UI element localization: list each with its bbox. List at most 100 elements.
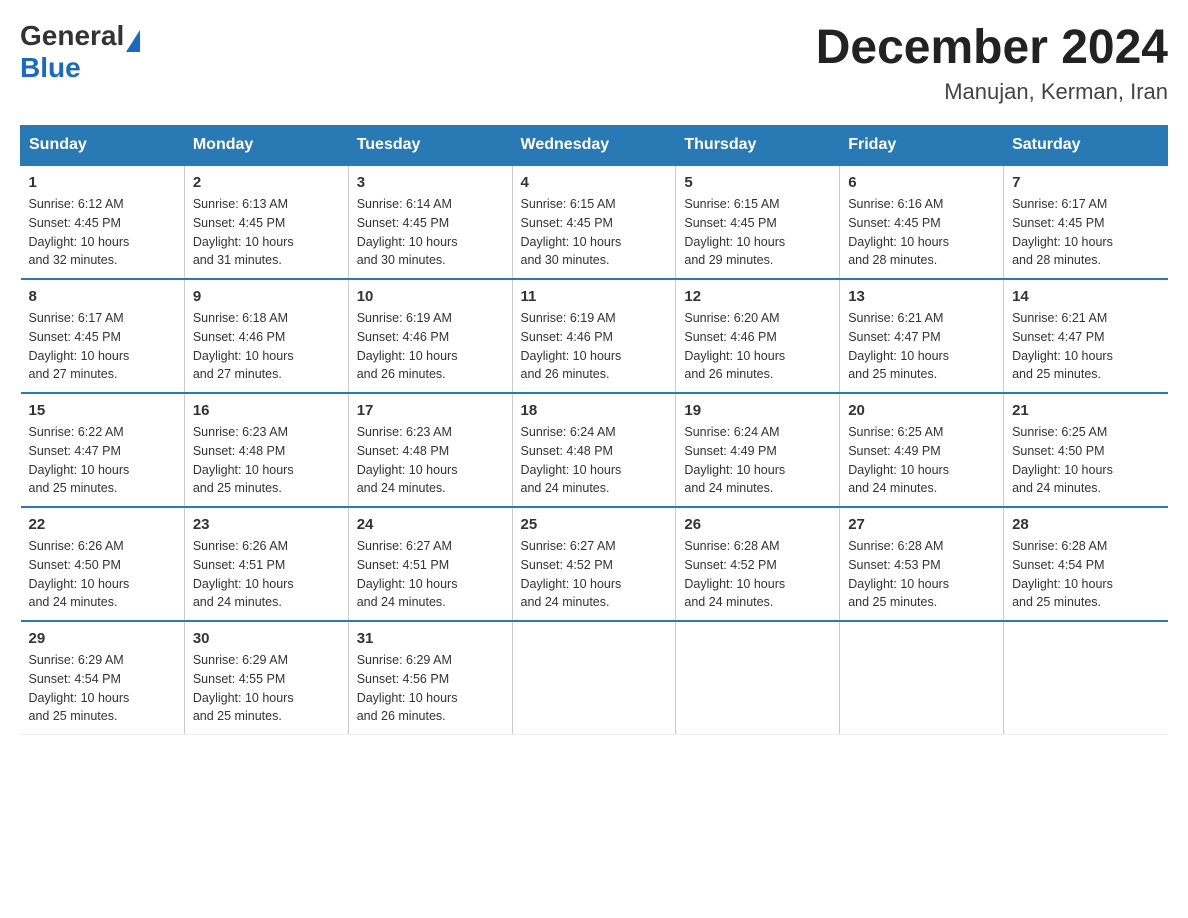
header-friday: Friday: [840, 126, 1004, 166]
calendar-day-cell: 23 Sunrise: 6:26 AMSunset: 4:51 PMDaylig…: [184, 507, 348, 621]
day-number: 12: [684, 288, 831, 305]
title-block: December 2024 Manujan, Kerman, Iran: [816, 20, 1168, 105]
day-info: Sunrise: 6:28 AMSunset: 4:52 PMDaylight:…: [684, 539, 785, 609]
header-monday: Monday: [184, 126, 348, 166]
day-info: Sunrise: 6:25 AMSunset: 4:50 PMDaylight:…: [1012, 425, 1113, 495]
day-info: Sunrise: 6:17 AMSunset: 4:45 PMDaylight:…: [29, 311, 130, 381]
calendar-day-cell: 10 Sunrise: 6:19 AMSunset: 4:46 PMDaylig…: [348, 279, 512, 393]
calendar-day-cell: 5 Sunrise: 6:15 AMSunset: 4:45 PMDayligh…: [676, 165, 840, 279]
day-number: 8: [29, 288, 176, 305]
day-info: Sunrise: 6:20 AMSunset: 4:46 PMDaylight:…: [684, 311, 785, 381]
day-number: 4: [521, 174, 668, 191]
day-number: 23: [193, 516, 340, 533]
day-info: Sunrise: 6:28 AMSunset: 4:53 PMDaylight:…: [848, 539, 949, 609]
calendar-day-cell: 29 Sunrise: 6:29 AMSunset: 4:54 PMDaylig…: [21, 621, 185, 735]
calendar-week-row: 15 Sunrise: 6:22 AMSunset: 4:47 PMDaylig…: [21, 393, 1168, 507]
calendar-day-cell: [1004, 621, 1168, 735]
day-number: 7: [1012, 174, 1159, 191]
calendar-day-cell: 8 Sunrise: 6:17 AMSunset: 4:45 PMDayligh…: [21, 279, 185, 393]
day-info: Sunrise: 6:27 AMSunset: 4:51 PMDaylight:…: [357, 539, 458, 609]
day-number: 29: [29, 630, 176, 647]
header-sunday: Sunday: [21, 126, 185, 166]
day-number: 21: [1012, 402, 1159, 419]
day-info: Sunrise: 6:28 AMSunset: 4:54 PMDaylight:…: [1012, 539, 1113, 609]
day-info: Sunrise: 6:21 AMSunset: 4:47 PMDaylight:…: [848, 311, 949, 381]
day-number: 6: [848, 174, 995, 191]
day-number: 17: [357, 402, 504, 419]
header-saturday: Saturday: [1004, 126, 1168, 166]
day-info: Sunrise: 6:29 AMSunset: 4:55 PMDaylight:…: [193, 653, 294, 723]
day-number: 1: [29, 174, 176, 191]
header-wednesday: Wednesday: [512, 126, 676, 166]
day-info: Sunrise: 6:29 AMSunset: 4:54 PMDaylight:…: [29, 653, 130, 723]
day-info: Sunrise: 6:23 AMSunset: 4:48 PMDaylight:…: [357, 425, 458, 495]
calendar-week-row: 22 Sunrise: 6:26 AMSunset: 4:50 PMDaylig…: [21, 507, 1168, 621]
calendar-week-row: 29 Sunrise: 6:29 AMSunset: 4:54 PMDaylig…: [21, 621, 1168, 735]
calendar-day-cell: 27 Sunrise: 6:28 AMSunset: 4:53 PMDaylig…: [840, 507, 1004, 621]
calendar-day-cell: 9 Sunrise: 6:18 AMSunset: 4:46 PMDayligh…: [184, 279, 348, 393]
calendar-day-cell: 21 Sunrise: 6:25 AMSunset: 4:50 PMDaylig…: [1004, 393, 1168, 507]
day-number: 15: [29, 402, 176, 419]
day-number: 2: [193, 174, 340, 191]
day-number: 27: [848, 516, 995, 533]
day-number: 14: [1012, 288, 1159, 305]
calendar-subtitle: Manujan, Kerman, Iran: [816, 79, 1168, 105]
calendar-day-cell: 2 Sunrise: 6:13 AMSunset: 4:45 PMDayligh…: [184, 165, 348, 279]
calendar-day-cell: 15 Sunrise: 6:22 AMSunset: 4:47 PMDaylig…: [21, 393, 185, 507]
day-info: Sunrise: 6:16 AMSunset: 4:45 PMDaylight:…: [848, 197, 949, 267]
calendar-week-row: 8 Sunrise: 6:17 AMSunset: 4:45 PMDayligh…: [21, 279, 1168, 393]
calendar-week-row: 1 Sunrise: 6:12 AMSunset: 4:45 PMDayligh…: [21, 165, 1168, 279]
calendar-day-cell: 6 Sunrise: 6:16 AMSunset: 4:45 PMDayligh…: [840, 165, 1004, 279]
calendar-day-cell: 28 Sunrise: 6:28 AMSunset: 4:54 PMDaylig…: [1004, 507, 1168, 621]
day-info: Sunrise: 6:15 AMSunset: 4:45 PMDaylight:…: [684, 197, 785, 267]
calendar-day-cell: 14 Sunrise: 6:21 AMSunset: 4:47 PMDaylig…: [1004, 279, 1168, 393]
day-number: 24: [357, 516, 504, 533]
day-number: 11: [521, 288, 668, 305]
day-number: 20: [848, 402, 995, 419]
day-info: Sunrise: 6:26 AMSunset: 4:51 PMDaylight:…: [193, 539, 294, 609]
calendar-day-cell: 25 Sunrise: 6:27 AMSunset: 4:52 PMDaylig…: [512, 507, 676, 621]
day-number: 31: [357, 630, 504, 647]
day-info: Sunrise: 6:29 AMSunset: 4:56 PMDaylight:…: [357, 653, 458, 723]
day-info: Sunrise: 6:22 AMSunset: 4:47 PMDaylight:…: [29, 425, 130, 495]
calendar-day-cell: 22 Sunrise: 6:26 AMSunset: 4:50 PMDaylig…: [21, 507, 185, 621]
calendar-body: 1 Sunrise: 6:12 AMSunset: 4:45 PMDayligh…: [21, 165, 1168, 735]
day-info: Sunrise: 6:14 AMSunset: 4:45 PMDaylight:…: [357, 197, 458, 267]
day-number: 16: [193, 402, 340, 419]
calendar-day-cell: 26 Sunrise: 6:28 AMSunset: 4:52 PMDaylig…: [676, 507, 840, 621]
calendar-day-cell: 20 Sunrise: 6:25 AMSunset: 4:49 PMDaylig…: [840, 393, 1004, 507]
day-info: Sunrise: 6:19 AMSunset: 4:46 PMDaylight:…: [357, 311, 458, 381]
day-info: Sunrise: 6:15 AMSunset: 4:45 PMDaylight:…: [521, 197, 622, 267]
header-thursday: Thursday: [676, 126, 840, 166]
calendar-day-cell: 24 Sunrise: 6:27 AMSunset: 4:51 PMDaylig…: [348, 507, 512, 621]
day-number: 13: [848, 288, 995, 305]
day-number: 22: [29, 516, 176, 533]
calendar-day-cell: 16 Sunrise: 6:23 AMSunset: 4:48 PMDaylig…: [184, 393, 348, 507]
day-info: Sunrise: 6:25 AMSunset: 4:49 PMDaylight:…: [848, 425, 949, 495]
page-header: General Blue December 2024 Manujan, Kerm…: [20, 20, 1168, 105]
day-info: Sunrise: 6:23 AMSunset: 4:48 PMDaylight:…: [193, 425, 294, 495]
day-info: Sunrise: 6:24 AMSunset: 4:49 PMDaylight:…: [684, 425, 785, 495]
calendar-day-cell: [676, 621, 840, 735]
calendar-day-cell: [512, 621, 676, 735]
day-info: Sunrise: 6:24 AMSunset: 4:48 PMDaylight:…: [521, 425, 622, 495]
logo-blue: Blue: [20, 52, 81, 84]
calendar-day-cell: 12 Sunrise: 6:20 AMSunset: 4:46 PMDaylig…: [676, 279, 840, 393]
logo: General Blue: [20, 20, 140, 84]
calendar-table: SundayMondayTuesdayWednesdayThursdayFrid…: [20, 125, 1168, 735]
day-info: Sunrise: 6:26 AMSunset: 4:50 PMDaylight:…: [29, 539, 130, 609]
calendar-day-cell: [840, 621, 1004, 735]
calendar-day-cell: 19 Sunrise: 6:24 AMSunset: 4:49 PMDaylig…: [676, 393, 840, 507]
day-info: Sunrise: 6:27 AMSunset: 4:52 PMDaylight:…: [521, 539, 622, 609]
calendar-day-cell: 30 Sunrise: 6:29 AMSunset: 4:55 PMDaylig…: [184, 621, 348, 735]
calendar-day-cell: 18 Sunrise: 6:24 AMSunset: 4:48 PMDaylig…: [512, 393, 676, 507]
calendar-day-cell: 13 Sunrise: 6:21 AMSunset: 4:47 PMDaylig…: [840, 279, 1004, 393]
day-number: 19: [684, 402, 831, 419]
calendar-day-cell: 17 Sunrise: 6:23 AMSunset: 4:48 PMDaylig…: [348, 393, 512, 507]
day-number: 18: [521, 402, 668, 419]
day-info: Sunrise: 6:18 AMSunset: 4:46 PMDaylight:…: [193, 311, 294, 381]
day-number: 26: [684, 516, 831, 533]
day-info: Sunrise: 6:12 AMSunset: 4:45 PMDaylight:…: [29, 197, 130, 267]
calendar-day-cell: 31 Sunrise: 6:29 AMSunset: 4:56 PMDaylig…: [348, 621, 512, 735]
calendar-day-cell: 11 Sunrise: 6:19 AMSunset: 4:46 PMDaylig…: [512, 279, 676, 393]
